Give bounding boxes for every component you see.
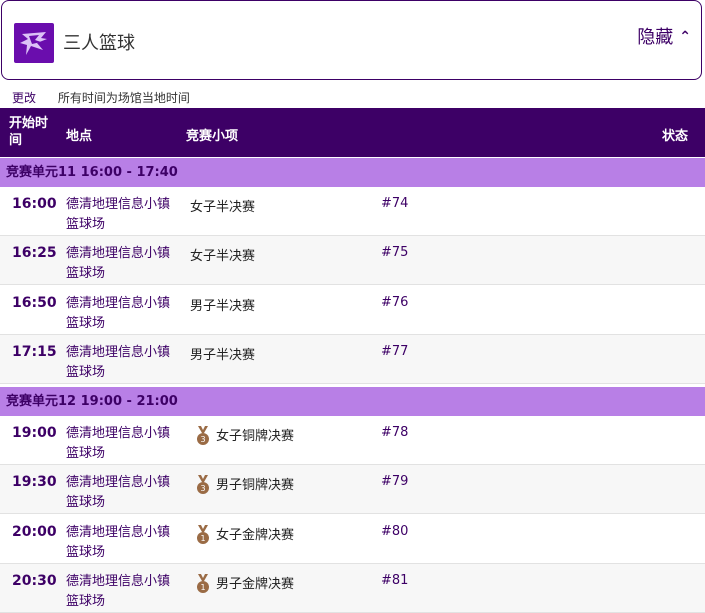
svg-text:1: 1	[200, 583, 205, 592]
table-row[interactable]: 16:25 德清地理信息小镇篮球场 女子半决赛 #75	[0, 236, 705, 285]
hide-label: 隐藏	[637, 27, 674, 48]
session-header: 竞赛单元11 16:00 - 17:40	[0, 158, 705, 187]
row-number: #74	[381, 196, 409, 211]
bronze-medal-icon: 3	[197, 475, 209, 494]
row-venue[interactable]: 德清地理信息小镇篮球场	[66, 523, 176, 563]
column-header-time: 开始时间	[9, 116, 49, 148]
row-event: 女子半决赛	[190, 200, 256, 215]
svg-text:3: 3	[200, 484, 205, 493]
row-event: 男子铜牌决赛	[216, 478, 295, 493]
svg-text:1: 1	[200, 534, 205, 543]
table-row[interactable]: 16:50 德清地理信息小镇篮球场 男子半决赛 #76	[0, 286, 705, 335]
change-link[interactable]: 更改	[12, 91, 36, 105]
row-number: #80	[381, 524, 409, 539]
row-time: 17:15	[12, 344, 57, 360]
row-time: 16:00	[12, 196, 57, 212]
column-header-venue: 地点	[66, 129, 93, 144]
row-number: #75	[381, 245, 409, 260]
table-header: 开始时间 地点 竞赛小项 状态	[0, 108, 705, 157]
hide-button[interactable]: 隐藏 ⌃	[637, 23, 691, 49]
row-venue[interactable]: 德清地理信息小镇篮球场	[66, 473, 176, 513]
basketball-3x3-icon	[14, 23, 54, 63]
row-number: #79	[381, 474, 409, 489]
chevron-up-icon: ⌃	[679, 29, 691, 45]
row-event: 男子半决赛	[190, 299, 256, 314]
row-number: #77	[381, 344, 409, 359]
svg-text:3: 3	[200, 435, 205, 444]
schedule-toolbar: 更改 所有时间为场馆当地时间	[12, 89, 190, 106]
row-venue[interactable]: 德清地理信息小镇篮球场	[66, 343, 176, 383]
row-event: 女子半决赛	[190, 249, 256, 264]
row-event: 男子金牌决赛	[216, 577, 295, 592]
table-row[interactable]: 19:00 德清地理信息小镇篮球场 3 女子铜牌决赛 #78	[0, 416, 705, 465]
row-time: 16:25	[12, 245, 57, 261]
row-time: 19:30	[12, 474, 57, 490]
row-number: #81	[381, 573, 409, 588]
column-header-status: 状态	[661, 129, 688, 144]
row-venue[interactable]: 德清地理信息小镇篮球场	[66, 424, 176, 464]
column-header-event: 竞赛小项	[186, 129, 239, 144]
row-venue[interactable]: 德清地理信息小镇篮球场	[66, 195, 176, 235]
table-row[interactable]: 19:30 德清地理信息小镇篮球场 3 男子铜牌决赛 #79	[0, 465, 705, 514]
row-event: 男子半决赛	[190, 348, 256, 363]
table-row[interactable]: 16:00 德清地理信息小镇篮球场 女子半决赛 #74	[0, 187, 705, 236]
session-header: 竞赛单元12 19:00 - 21:00	[0, 387, 705, 416]
row-venue[interactable]: 德清地理信息小镇篮球场	[66, 294, 176, 334]
sport-title: 三人篮球	[63, 33, 135, 54]
row-number: #76	[381, 295, 409, 310]
row-event: 女子铜牌决赛	[216, 429, 295, 444]
table-row[interactable]: 17:15 德清地理信息小镇篮球场 男子半决赛 #77	[0, 335, 705, 384]
row-event: 女子金牌决赛	[216, 528, 295, 543]
row-time: 20:30	[12, 573, 57, 589]
row-venue[interactable]: 德清地理信息小镇篮球场	[66, 572, 176, 612]
row-venue[interactable]: 德清地理信息小镇篮球场	[66, 244, 176, 284]
gold-medal-icon: 1	[197, 574, 209, 593]
timezone-note: 所有时间为场馆当地时间	[57, 91, 190, 105]
table-row[interactable]: 20:00 德清地理信息小镇篮球场 1 女子金牌决赛 #80	[0, 515, 705, 564]
bronze-medal-icon: 3	[197, 426, 209, 445]
row-time: 19:00	[12, 425, 57, 441]
gold-medal-icon: 1	[197, 525, 209, 544]
sport-header-card: 三人篮球 隐藏 ⌃	[1, 0, 702, 80]
row-number: #78	[381, 425, 409, 440]
row-time: 16:50	[12, 295, 57, 311]
table-row[interactable]: 20:30 德清地理信息小镇篮球场 1 男子金牌决赛 #81	[0, 564, 705, 613]
row-time: 20:00	[12, 524, 57, 540]
